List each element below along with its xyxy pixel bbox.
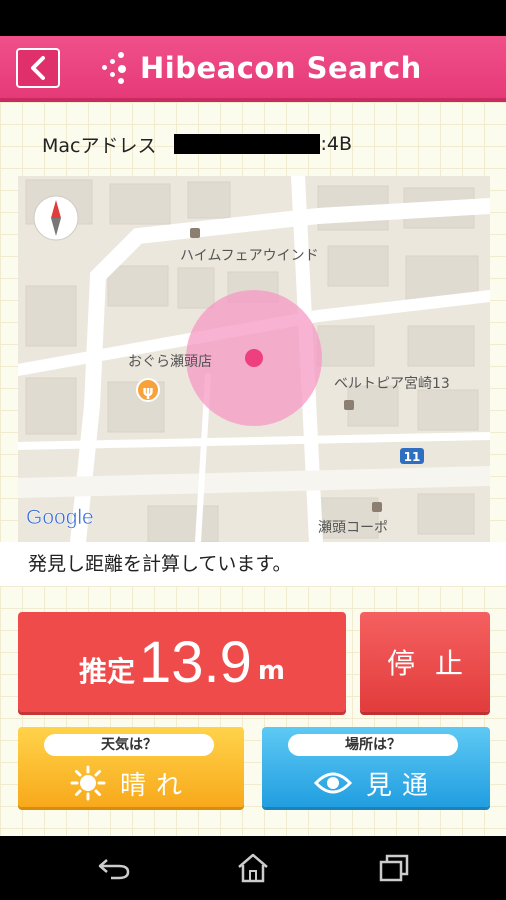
weather-card[interactable]: 天気は？ 晴れ xyxy=(18,727,244,807)
stop-button[interactable]: 停止 xyxy=(360,612,490,712)
map-label-restaurant: おぐら瀬頭店 xyxy=(128,354,212,370)
status-bar xyxy=(0,0,506,36)
place-card[interactable]: 場所は？ 見通 xyxy=(262,727,490,807)
weather-question: 天気は？ xyxy=(44,734,214,756)
place-value: 見通 xyxy=(365,770,438,801)
sun-icon xyxy=(70,765,106,801)
app-title-text: Hibeacon Search xyxy=(140,51,422,85)
distance-prefix: 推定 xyxy=(79,655,136,688)
back-icon xyxy=(98,859,130,880)
svg-text:ψ: ψ xyxy=(142,384,153,400)
app-title: Hibeacon Search xyxy=(100,48,422,88)
navigation-bar xyxy=(0,836,506,900)
distance-unit: m xyxy=(257,656,285,686)
compass-icon[interactable] xyxy=(33,195,79,241)
home-nav-button[interactable] xyxy=(231,848,275,888)
mac-address-row: Macアドレス :4B xyxy=(42,130,352,158)
beacon-center-dot xyxy=(245,349,263,367)
google-logo: Google xyxy=(26,506,94,529)
distance-card: 推定 13.9 m xyxy=(18,612,346,712)
map-label-building2: ベルトピア宮崎13 xyxy=(334,376,450,392)
svg-text:11: 11 xyxy=(404,450,421,464)
app-header: Hibeacon Search xyxy=(0,36,506,102)
restaurant-icon: ψ xyxy=(136,378,160,402)
map-label-building3: 瀬頭コーポ xyxy=(318,520,388,536)
route-shield-icon: 11 xyxy=(400,448,424,464)
map-label-building1: ハイムフェアウインド xyxy=(180,248,319,264)
place-question: 場所は？ xyxy=(288,734,458,756)
poi-marker xyxy=(372,502,382,512)
back-button[interactable] xyxy=(16,48,60,88)
mac-address-label: Macアドレス xyxy=(42,134,157,157)
poi-marker xyxy=(344,400,354,410)
home-icon xyxy=(238,853,268,883)
distance-value: 13.9 xyxy=(139,629,252,695)
eye-icon xyxy=(313,772,352,794)
poi-marker xyxy=(190,228,200,238)
mac-address-redacted xyxy=(174,134,321,154)
recent-apps-nav-button[interactable] xyxy=(372,848,416,888)
map-view[interactable]: ψ ハイムフェアウインド おぐら瀬頭店 ベルトピア宮崎13 瀬頭コーポ 11 G… xyxy=(18,176,490,542)
recent-apps-icon xyxy=(379,854,409,882)
mac-address-suffix: :4B xyxy=(320,133,353,155)
weather-value: 晴れ xyxy=(119,770,192,801)
chevron-left-icon xyxy=(31,56,45,80)
status-message: 発見し距離を計算しています。 xyxy=(0,542,506,586)
beacon-dots-icon xyxy=(100,52,128,84)
back-nav-button[interactable] xyxy=(92,848,136,888)
